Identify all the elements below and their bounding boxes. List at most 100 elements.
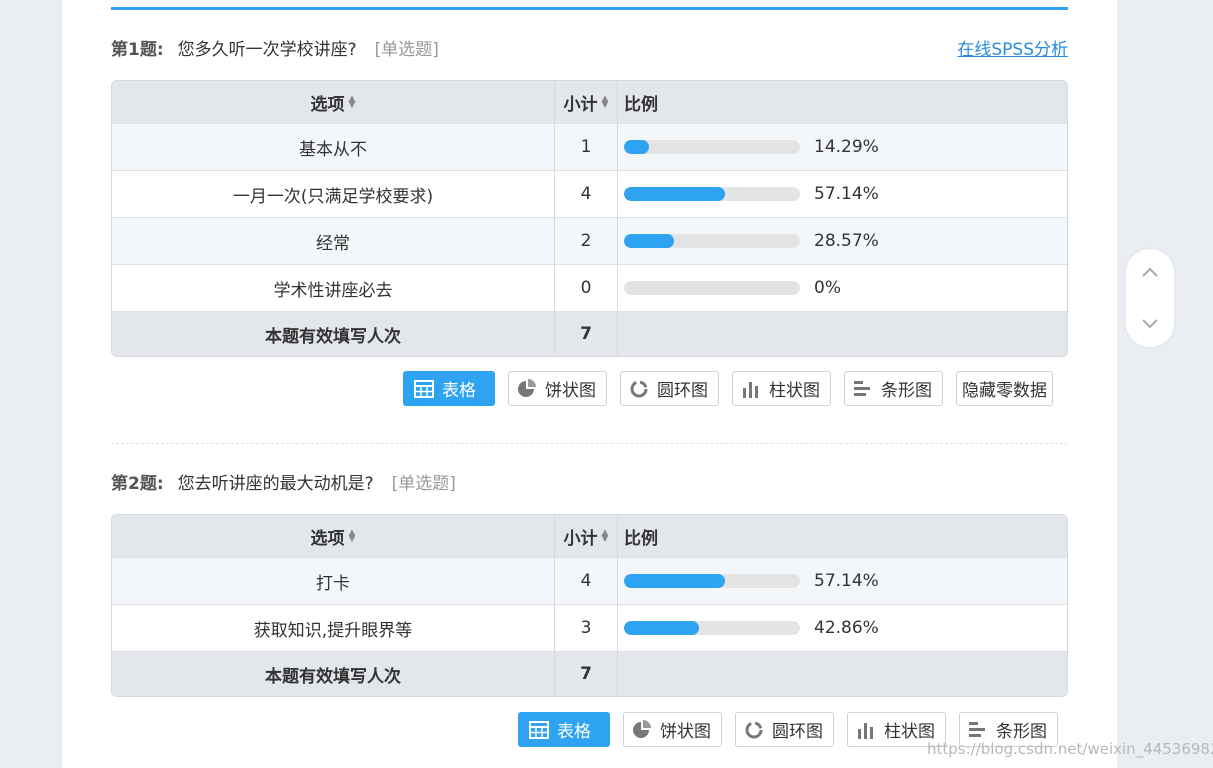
bar-chart-button[interactable]: 条形图: [844, 371, 943, 406]
option-column-header[interactable]: 选项 ▲ ▼: [112, 515, 555, 557]
ratio-column-header: 比例: [618, 81, 1067, 123]
total-label: 本题有效填写人次: [265, 666, 401, 687]
ring-chart-button[interactable]: 圆环图: [620, 371, 719, 406]
pie-chart-button-label: 饼状图: [660, 722, 711, 742]
question-number: 第1题:: [111, 40, 164, 60]
question-2-table: 选项 ▲ ▼ 小计 ▲ ▼ 比例 打卡 4 57.14% 获取知识,提升眼界等 3 42…: [111, 514, 1068, 697]
pie-chart-icon: [517, 378, 537, 399]
hide-zero-data-button[interactable]: 隐藏零数据: [956, 371, 1053, 406]
hide-zero-data-label: 隐藏零数据: [962, 381, 1047, 401]
question-1-view-buttons: 表格 饼状图 圆环图 柱状图 条形图 隐藏零数据: [403, 371, 1053, 406]
count-header-label: 小计: [563, 528, 598, 549]
total-count: 7: [580, 324, 592, 344]
ring-chart-icon: [629, 379, 649, 399]
table-row: 基本从不 1 14.29%: [112, 123, 1067, 170]
option-header-label: 选项: [310, 94, 345, 115]
percentage-bar-fill: [624, 187, 725, 201]
column-chart-icon: [741, 379, 761, 399]
scroll-down-icon[interactable]: [1140, 313, 1160, 333]
sort-icon[interactable]: ▲ ▼: [602, 529, 609, 544]
percentage-bar: [624, 574, 800, 588]
table-header: 选项 ▲ ▼ 小计 ▲ ▼ 比例: [112, 515, 1067, 557]
table-total-row: 本题有效填写人次 7: [112, 311, 1067, 356]
pie-chart-button[interactable]: 饼状图: [508, 371, 607, 406]
option-label: 一月一次(只满足学校要求): [232, 186, 434, 207]
percentage-bar: [624, 187, 800, 201]
table-view-button[interactable]: 表格: [403, 371, 495, 406]
sort-icon[interactable]: ▲ ▼: [602, 95, 609, 110]
option-count: 0: [580, 278, 592, 298]
option-count: 4: [580, 571, 592, 591]
pie-chart-button[interactable]: 饼状图: [623, 712, 722, 747]
question-1-header: 第1题: 您多久听一次学校讲座? [单选题] 在线SPSS分析: [111, 38, 1068, 62]
option-column-header[interactable]: 选项 ▲ ▼: [112, 81, 555, 123]
question-number: 第2题:: [111, 474, 164, 494]
table-row: 打卡 4 57.14%: [112, 557, 1067, 604]
question-divider: [111, 443, 1068, 444]
pie-chart-icon: [632, 719, 652, 740]
question-2-header: 第2题: 您去听讲座的最大动机是? [单选题]: [111, 472, 456, 496]
percentage-text: 57.14%: [814, 184, 879, 204]
count-header-label: 小计: [563, 94, 598, 115]
table-row: 学术性讲座必去 0 0%: [112, 264, 1067, 311]
count-column-header[interactable]: 小计 ▲ ▼: [555, 515, 618, 557]
ring-chart-button-label: 圆环图: [657, 381, 708, 401]
section-top-line: [111, 7, 1068, 10]
page-scroll-controls: [1126, 249, 1174, 347]
scroll-up-icon[interactable]: [1140, 263, 1160, 283]
watermark: https://blog.csdn.net/weixin_44536982: [927, 740, 1213, 758]
option-label: 基本从不: [299, 139, 367, 160]
column-chart-button-label: 柱状图: [769, 381, 820, 401]
table-icon: [414, 379, 434, 399]
table-total-row: 本题有效填写人次 7: [112, 651, 1067, 696]
table-row: 经常 2 28.57%: [112, 217, 1067, 264]
ratio-header-label: 比例: [624, 94, 658, 115]
percentage-bar: [624, 234, 800, 248]
percentage-text: 14.29%: [814, 137, 879, 157]
pie-chart-button-label: 饼状图: [545, 381, 596, 401]
option-label: 获取知识,提升眼界等: [253, 620, 413, 641]
question-type: [单选题]: [391, 474, 456, 494]
total-label: 本题有效填写人次: [265, 326, 401, 347]
option-label: 打卡: [316, 573, 350, 594]
question-type: [单选题]: [374, 40, 439, 60]
percentage-text: 28.57%: [814, 231, 879, 251]
percentage-bar-fill: [624, 234, 675, 248]
table-button-label: 表格: [442, 381, 476, 401]
question-1-table: 选项 ▲ ▼ 小计 ▲ ▼ 比例 基本从不 1 14.29% 一月一次(只满足学校要求)…: [111, 80, 1068, 357]
option-count: 4: [580, 184, 592, 204]
question-title: 您多久听一次学校讲座?: [177, 40, 357, 60]
bar-chart-button-label: 条形图: [881, 381, 932, 401]
sort-icon[interactable]: ▲ ▼: [349, 95, 356, 110]
column-chart-button-label: 柱状图: [884, 722, 935, 742]
option-label: 经常: [316, 233, 350, 254]
option-count: 1: [580, 137, 592, 157]
percentage-text: 57.14%: [814, 571, 879, 591]
percentage-bar: [624, 621, 800, 635]
option-header-label: 选项: [310, 528, 345, 549]
bar-chart-button-label: 条形图: [996, 722, 1047, 742]
count-column-header[interactable]: 小计 ▲ ▼: [555, 81, 618, 123]
table-row: 一月一次(只满足学校要求) 4 57.14%: [112, 170, 1067, 217]
ring-chart-button[interactable]: 圆环图: [735, 712, 834, 747]
column-chart-button[interactable]: 柱状图: [732, 371, 831, 406]
question-title: 您去听讲座的最大动机是?: [177, 474, 374, 494]
table-button-label: 表格: [557, 722, 591, 742]
ratio-column-header: 比例: [618, 515, 1067, 557]
survey-results-page: 第1题: 您多久听一次学校讲座? [单选题] 在线SPSS分析 选项 ▲ ▼ 小计 ▲ ▼ …: [62, 0, 1117, 768]
column-chart-icon: [856, 720, 876, 740]
percentage-bar-fill: [624, 140, 650, 154]
percentage-text: 42.86%: [814, 618, 879, 638]
table-row: 获取知识,提升眼界等 3 42.86%: [112, 604, 1067, 651]
total-count: 7: [580, 664, 592, 684]
option-label: 学术性讲座必去: [273, 280, 393, 301]
table-view-button[interactable]: 表格: [518, 712, 610, 747]
ring-chart-button-label: 圆环图: [772, 722, 823, 742]
bar-chart-icon: [968, 720, 988, 740]
percentage-bar: [624, 281, 800, 295]
sort-icon[interactable]: ▲ ▼: [349, 529, 356, 544]
option-count: 3: [580, 618, 592, 638]
spss-analysis-link[interactable]: 在线SPSS分析: [957, 38, 1068, 62]
percentage-text: 0%: [814, 278, 841, 298]
bar-chart-icon: [853, 379, 873, 399]
